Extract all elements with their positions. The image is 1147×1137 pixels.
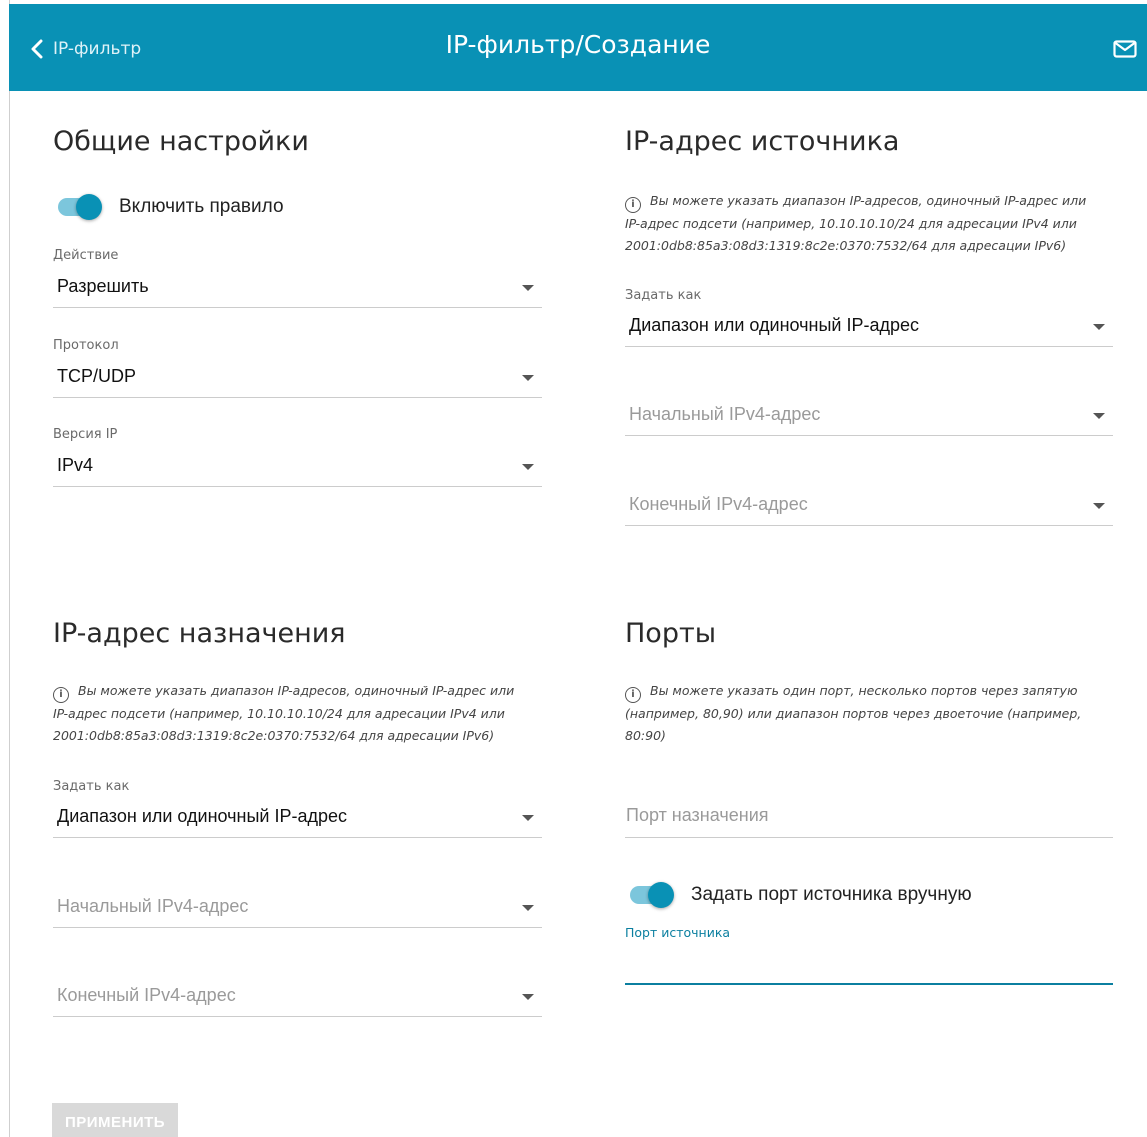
destination-end-ip-select[interactable]: Конечный IPv4-адрес	[53, 977, 542, 1017]
source-port-label: Порт источника	[625, 925, 731, 940]
ports-info-text: Вы можете указать один порт, несколько п…	[625, 683, 1082, 743]
toggle-knob	[648, 882, 674, 908]
enable-rule-label: Включить правило	[119, 196, 284, 217]
caret-down-icon	[522, 374, 534, 381]
caret-down-icon	[522, 904, 534, 911]
ip-version-value: IPv4	[57, 455, 94, 475]
manual-source-port-toggle[interactable]: Задать порт источника вручную	[630, 882, 972, 908]
ports-title: Порты	[625, 618, 717, 649]
action-label: Действие	[53, 248, 119, 263]
caret-down-icon	[1093, 412, 1105, 419]
destination-info-text: Вы можете указать диапазон IP-адресов, о…	[53, 683, 515, 743]
caret-down-icon	[522, 993, 534, 1000]
source-start-ip-select[interactable]: Начальный IPv4-адрес	[625, 396, 1113, 436]
source-port-input[interactable]	[625, 945, 1113, 985]
source-set-as-select[interactable]: Диапазон или одиночный IP-адрес	[625, 307, 1113, 347]
destination-ip-title: IP-адрес назначения	[53, 618, 346, 649]
mail-button[interactable]	[1113, 40, 1137, 63]
destination-start-ip-placeholder: Начальный IPv4-адрес	[57, 896, 249, 916]
info-icon: i	[53, 687, 69, 703]
action-select[interactable]: Разрешить	[53, 268, 542, 308]
destination-port-input[interactable]: Порт назначения	[625, 798, 1113, 838]
ip-version-label: Версия IP	[53, 427, 118, 442]
manual-source-port-label: Задать порт источника вручную	[691, 884, 972, 905]
protocol-select[interactable]: TCP/UDP	[53, 358, 542, 398]
destination-start-ip-select[interactable]: Начальный IPv4-адрес	[53, 888, 542, 928]
caret-down-icon	[1093, 502, 1105, 509]
destination-info: i Вы можете указать диапазон IP-адресов, …	[53, 680, 533, 747]
caret-down-icon	[522, 463, 534, 470]
caret-down-icon	[522, 284, 534, 291]
apply-button[interactable]: ПРИМЕНИТЬ	[52, 1103, 178, 1137]
top-bar: IP-фильтр IP-фильтр/Создание	[9, 4, 1147, 91]
destination-port-placeholder: Порт назначения	[626, 805, 769, 825]
ip-version-select[interactable]: IPv4	[53, 447, 542, 487]
toggle-track	[58, 194, 102, 220]
source-info: i Вы можете указать диапазон IP-адресов, …	[625, 190, 1105, 257]
destination-set-as-select[interactable]: Диапазон или одиночный IP-адрес	[53, 798, 542, 838]
source-set-as-value: Диапазон или одиночный IP-адрес	[629, 315, 920, 335]
action-value: Разрешить	[57, 276, 149, 296]
info-icon: i	[625, 687, 641, 703]
source-end-ip-placeholder: Конечный IPv4-адрес	[629, 494, 808, 514]
source-start-ip-placeholder: Начальный IPv4-адрес	[629, 404, 821, 424]
toggle-track	[630, 882, 674, 908]
protocol-label: Протокол	[53, 338, 119, 353]
destination-end-ip-placeholder: Конечный IPv4-адрес	[57, 985, 236, 1005]
info-icon: i	[625, 197, 641, 213]
source-info-text: Вы можете указать диапазон IP-адресов, о…	[625, 193, 1087, 253]
protocol-value: TCP/UDP	[57, 366, 137, 386]
caret-down-icon	[522, 814, 534, 821]
page-title: IP-фильтр/Создание	[445, 30, 711, 59]
enable-rule-toggle[interactable]: Включить правило	[58, 194, 284, 220]
general-settings-title: Общие настройки	[53, 126, 309, 157]
source-ip-title: IP-адрес источника	[625, 126, 900, 157]
toggle-knob	[76, 194, 102, 220]
envelope-icon	[1113, 40, 1137, 58]
source-end-ip-select[interactable]: Конечный IPv4-адрес	[625, 486, 1113, 526]
destination-set-as-value: Диапазон или одиночный IP-адрес	[57, 806, 348, 826]
destination-set-as-label: Задать как	[53, 779, 130, 794]
ports-info: i Вы можете указать один порт, несколько …	[625, 680, 1105, 747]
caret-down-icon	[1093, 323, 1105, 330]
source-set-as-label: Задать как	[625, 288, 702, 303]
